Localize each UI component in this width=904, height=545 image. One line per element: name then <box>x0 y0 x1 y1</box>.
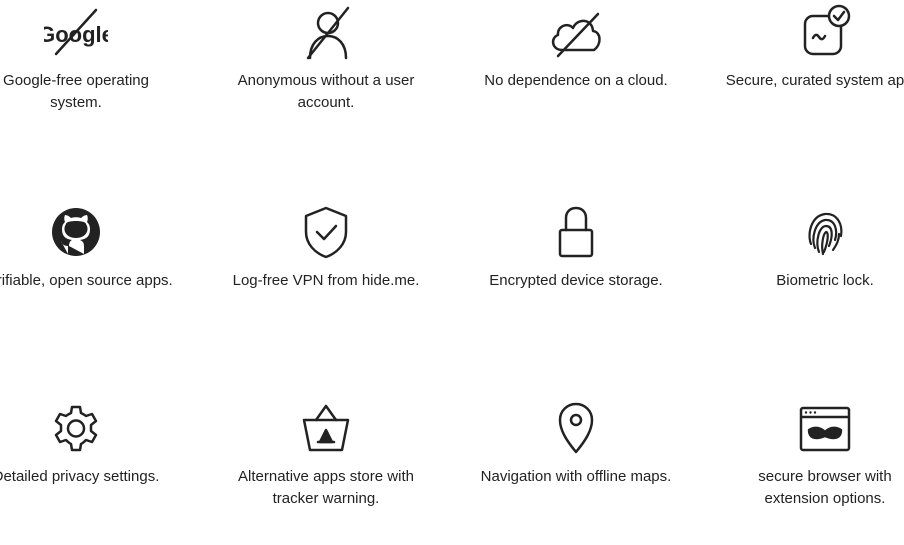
feature-anonymous: Anonymous without a user account. <box>226 4 426 114</box>
feature-grid: Google Google-free operating system. Ano… <box>0 0 904 545</box>
google-logo-text: Google <box>44 22 108 47</box>
verified-app-icon <box>793 4 857 60</box>
feature-label: Log-free VPN from hide.me. <box>232 272 420 289</box>
feature-label: Alternative apps store with tracker warn… <box>238 468 414 507</box>
app-store-basket-icon <box>294 400 358 456</box>
feature-curated-apps: Secure, curated system apps. <box>725 4 904 92</box>
shield-check-icon <box>294 204 358 260</box>
anonymous-user-icon <box>294 4 358 60</box>
feature-label: secure browser with extension options. <box>758 468 892 507</box>
feature-label: Secure, curated system apps. <box>725 72 904 89</box>
feature-label: Biometric lock. <box>776 272 874 289</box>
browser-mask-icon <box>793 400 857 456</box>
feature-app-store: Alternative apps store with tracker warn… <box>226 400 426 510</box>
feature-label: Anonymous without a user account. <box>237 72 415 111</box>
feature-biometric-lock: Biometric lock. <box>725 204 904 292</box>
feature-open-source: Verifiable, open source apps. <box>0 204 176 292</box>
feature-label: Encrypted device storage. <box>489 272 663 289</box>
feature-label: Navigation with offline maps. <box>480 468 672 485</box>
feature-secure-browser: secure browser with extension options. <box>725 400 904 510</box>
github-icon <box>44 204 108 260</box>
gear-icon <box>44 400 108 456</box>
feature-offline-maps: Navigation with offline maps. <box>476 400 676 488</box>
lock-icon <box>544 204 608 260</box>
map-pin-icon <box>544 400 608 456</box>
feature-privacy-settings: Detailed privacy settings. <box>0 400 176 488</box>
no-cloud-icon <box>544 4 608 60</box>
feature-label: Detailed privacy settings. <box>0 468 160 485</box>
google-crossed-icon: Google <box>44 4 108 60</box>
feature-no-cloud: No dependence on a cloud. <box>476 4 676 92</box>
feature-label: Google-free operating system. <box>3 72 149 111</box>
feature-label: Verifiable, open source apps. <box>0 272 173 289</box>
fingerprint-icon <box>793 204 857 260</box>
feature-google-free: Google Google-free operating system. <box>0 4 176 114</box>
feature-encrypted-storage: Encrypted device storage. <box>476 204 676 292</box>
feature-vpn: Log-free VPN from hide.me. <box>226 204 426 292</box>
feature-label: No dependence on a cloud. <box>484 72 668 89</box>
